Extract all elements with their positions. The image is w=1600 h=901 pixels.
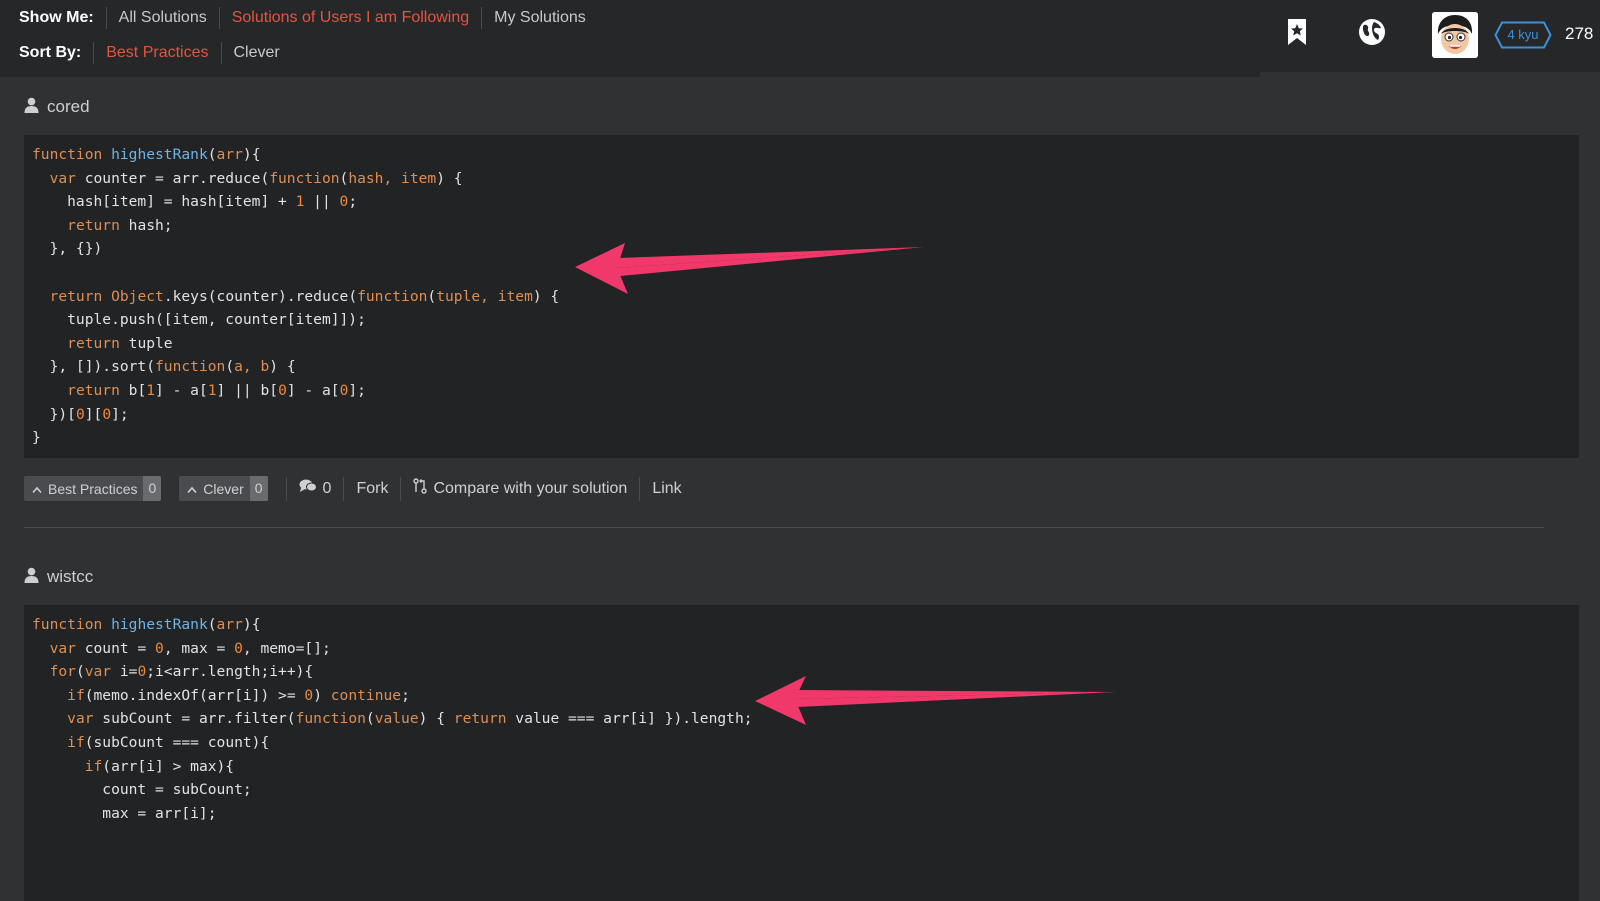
link-button[interactable]: Link [639,476,693,501]
solution-author: wistcc [24,565,1579,589]
solution-author: cored [24,95,1579,119]
filter-all-solutions[interactable]: All Solutions [105,7,219,29]
comments-button[interactable]: 0 [285,476,344,501]
compare-icon [413,478,428,499]
solution-card: cored function highestRank(arr){ var cou… [24,95,1579,502]
clever-vote-label: Clever [203,480,244,497]
user-icon [24,567,39,588]
solution-actions: Best Practices 0 Clever 0 0 Fork Compare… [24,476,1579,502]
best-practices-vote-label: Best Practices [48,480,138,497]
compare-label: Compare with your solution [433,479,628,497]
clever-vote-count: 0 [249,476,268,502]
solution-code: function highestRank(arr){ var counter =… [24,135,1579,458]
vote-clever-button[interactable]: Clever 0 [179,476,268,502]
sort-by-row: Sort By: Best Practices Clever [19,41,292,65]
solution-card: wistcc function highestRank(arr){ var co… [24,565,1579,901]
vote-best-practices-button[interactable]: Best Practices 0 [24,476,162,502]
avatar[interactable] [1432,12,1478,58]
solution-code: function highestRank(arr){ var count = 0… [24,605,1579,901]
bookmark-star-icon[interactable] [1281,16,1313,48]
sort-by-label: Sort By: [19,44,82,61]
compare-button[interactable]: Compare with your solution [400,476,639,501]
author-name[interactable]: wistcc [47,567,93,587]
rank-label: 4 kyu [1507,27,1539,42]
fork-button[interactable]: Fork [343,476,400,501]
globe-icon[interactable] [1356,16,1388,48]
user-icon [24,97,39,118]
comments-icon [299,479,317,498]
show-me-row: Show Me: All Solutions Solutions of User… [19,6,598,30]
solutions-filter-bar: Show Me: All Solutions Solutions of User… [0,0,1260,77]
rank-badge: 4 kyu [1494,21,1552,49]
chevron-up-icon [187,481,197,497]
filter-following-solutions[interactable]: Solutions of Users I am Following [218,7,481,29]
comments-count: 0 [322,479,332,497]
show-me-label: Show Me: [19,9,94,26]
honor-score: 278 [1565,24,1594,43]
author-name[interactable]: cored [47,97,90,117]
solution-divider [24,527,1544,528]
best-practices-vote-count: 0 [143,476,162,502]
chevron-up-icon [32,481,42,497]
filter-my-solutions[interactable]: My Solutions [481,7,598,29]
sort-clever[interactable]: Clever [220,42,292,64]
sort-best-practices[interactable]: Best Practices [93,42,220,64]
